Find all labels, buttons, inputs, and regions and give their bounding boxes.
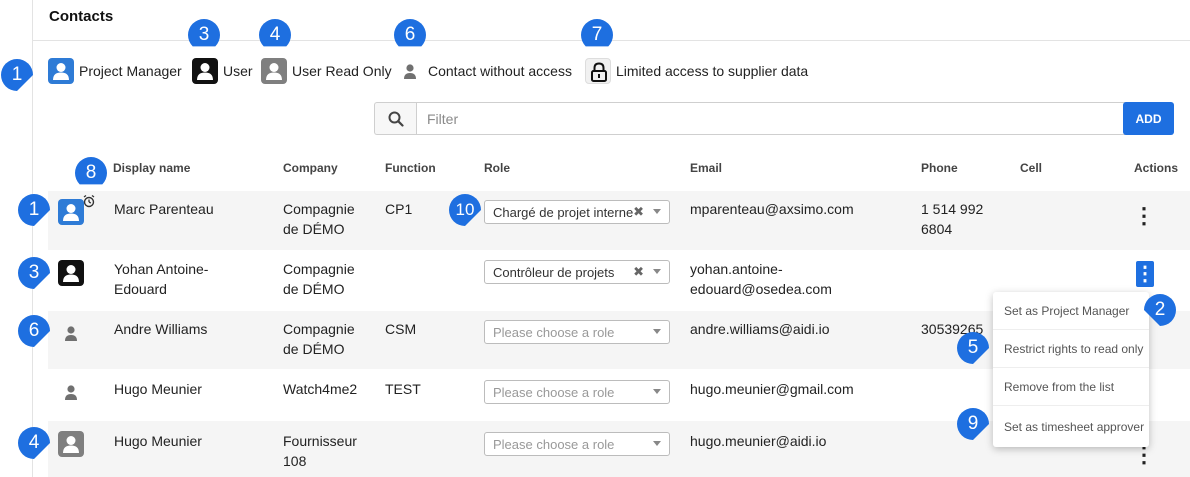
- callout-badge: 9: [956, 407, 990, 441]
- legend-label: Project Manager: [79, 63, 182, 79]
- contact-function: CP1: [385, 201, 413, 217]
- chevron-down-icon: [653, 209, 661, 214]
- actions-dropdown-menu: Set as Project Manager Restrict rights t…: [993, 292, 1149, 447]
- clear-icon[interactable]: ✖: [633, 204, 644, 220]
- clear-icon[interactable]: ✖: [633, 264, 644, 280]
- role-placeholder: Please choose a role: [493, 384, 615, 400]
- user-read-only-icon: [261, 58, 287, 84]
- contact-name: Yohan Antoine-Edouard: [114, 261, 209, 297]
- callout-badge: 2: [1143, 293, 1177, 327]
- contact-phone: 1 514 992 6804: [921, 201, 984, 237]
- user-read-only-icon: [58, 431, 84, 457]
- filter-bar: [374, 102, 1155, 135]
- legend-label: Limited access to supplier data: [616, 63, 809, 79]
- contact-company: Watch4me2: [283, 381, 358, 397]
- column-header-cell[interactable]: Cell: [1020, 161, 1042, 175]
- contact-company: Compagnie de DÉMO: [283, 201, 355, 237]
- role-select[interactable]: Please choose a role: [484, 432, 670, 456]
- chevron-down-icon: [653, 441, 661, 446]
- chevron-down-icon: [653, 389, 661, 394]
- column-header-company[interactable]: Company: [283, 161, 338, 175]
- lock-icon: [585, 58, 611, 84]
- actions-menu-button[interactable]: ⋮: [1133, 203, 1155, 229]
- column-header-display-name[interactable]: Display name: [113, 161, 190, 175]
- column-header-email[interactable]: Email: [690, 161, 722, 175]
- contact-company: Compagnie de DÉMO: [283, 321, 355, 357]
- actions-menu-button[interactable]: ⋮: [1135, 261, 1155, 287]
- legend-label: User Read Only: [292, 63, 392, 79]
- callout-badge: 8: [74, 156, 108, 190]
- chevron-down-icon: [653, 329, 661, 334]
- column-header-actions: Actions: [1134, 161, 1179, 175]
- role-select[interactable]: Please choose a role: [484, 380, 670, 404]
- contact-email[interactable]: hugo.meunier@aidi.io: [690, 431, 826, 451]
- contact-name: Andre Williams: [114, 321, 208, 337]
- column-header-role[interactable]: Role: [484, 161, 510, 175]
- contact-function: TEST: [385, 381, 421, 397]
- callout-badge: 5: [956, 331, 990, 365]
- role-select[interactable]: Contrôleur de projets ✖: [484, 260, 670, 284]
- callout-badge: 10: [448, 193, 482, 227]
- menu-item-set-timesheet-approver[interactable]: Set as timesheet approver: [993, 406, 1149, 447]
- menu-item-set-project-manager[interactable]: Set as Project Manager: [993, 292, 1149, 330]
- filter-input[interactable]: [416, 102, 1155, 135]
- callout-badge: 3: [187, 18, 221, 52]
- project-manager-icon: [48, 58, 74, 84]
- role-placeholder: Please choose a role: [493, 436, 615, 452]
- contact-icon: [58, 320, 84, 346]
- contact-name: Marc Parenteau: [114, 201, 214, 217]
- add-button[interactable]: ADD: [1123, 102, 1174, 135]
- contact-email[interactable]: andre.williams@aidi.io: [690, 319, 830, 339]
- contact-name: Hugo Meunier: [114, 433, 202, 449]
- menu-item-restrict-read-only[interactable]: Restrict rights to read only: [993, 330, 1149, 368]
- contact-company: Compagnie de DÉMO: [283, 261, 355, 297]
- column-header-phone[interactable]: Phone: [921, 161, 958, 175]
- legend-project-manager: Project Manager: [48, 58, 182, 84]
- legend-label: Contact without access: [428, 63, 572, 79]
- contact-name: Hugo Meunier: [114, 381, 202, 397]
- contact-icon: [397, 58, 423, 84]
- legend-label: User: [223, 63, 253, 79]
- contact-email[interactable]: hugo.meunier@gmail.com: [690, 379, 854, 399]
- callout-badge: 1: [0, 58, 34, 92]
- panel-title: Contacts: [49, 8, 114, 25]
- contact-company: Fournisseur 108: [283, 433, 357, 469]
- menu-item-remove-from-list[interactable]: Remove from the list: [993, 368, 1149, 406]
- user-icon: [192, 58, 218, 84]
- legend-contact: Contact without access: [397, 58, 572, 84]
- role-select[interactable]: Please choose a role: [484, 320, 670, 344]
- callout-badge: 4: [17, 426, 51, 460]
- contact-email[interactable]: yohan.antoine-edouard@osedea.com: [690, 259, 880, 299]
- search-icon[interactable]: [374, 102, 416, 135]
- role-select[interactable]: Chargé de projet interne ✖: [484, 200, 670, 224]
- callout-badge: 7: [580, 18, 614, 52]
- callout-badge: 1: [17, 193, 51, 227]
- callout-badge: 6: [17, 314, 51, 348]
- callout-badge: 6: [393, 18, 427, 52]
- user-icon: [58, 260, 84, 286]
- column-header-function[interactable]: Function: [385, 161, 436, 175]
- role-placeholder: Please choose a role: [493, 324, 615, 340]
- timesheet-approver-icon: [82, 194, 96, 208]
- project-manager-icon: [58, 199, 84, 225]
- legend-user-read-only: User Read Only: [261, 58, 392, 84]
- contact-email[interactable]: mparenteau@axsimo.com: [690, 199, 854, 219]
- chevron-down-icon: [653, 269, 661, 274]
- contact-function: CSM: [385, 321, 417, 337]
- legend-user: User: [192, 58, 253, 84]
- callout-badge: 3: [17, 256, 51, 290]
- legend-limited-access: Limited access to supplier data: [585, 58, 808, 84]
- callout-badge: 4: [258, 18, 292, 52]
- contact-icon: [58, 379, 84, 405]
